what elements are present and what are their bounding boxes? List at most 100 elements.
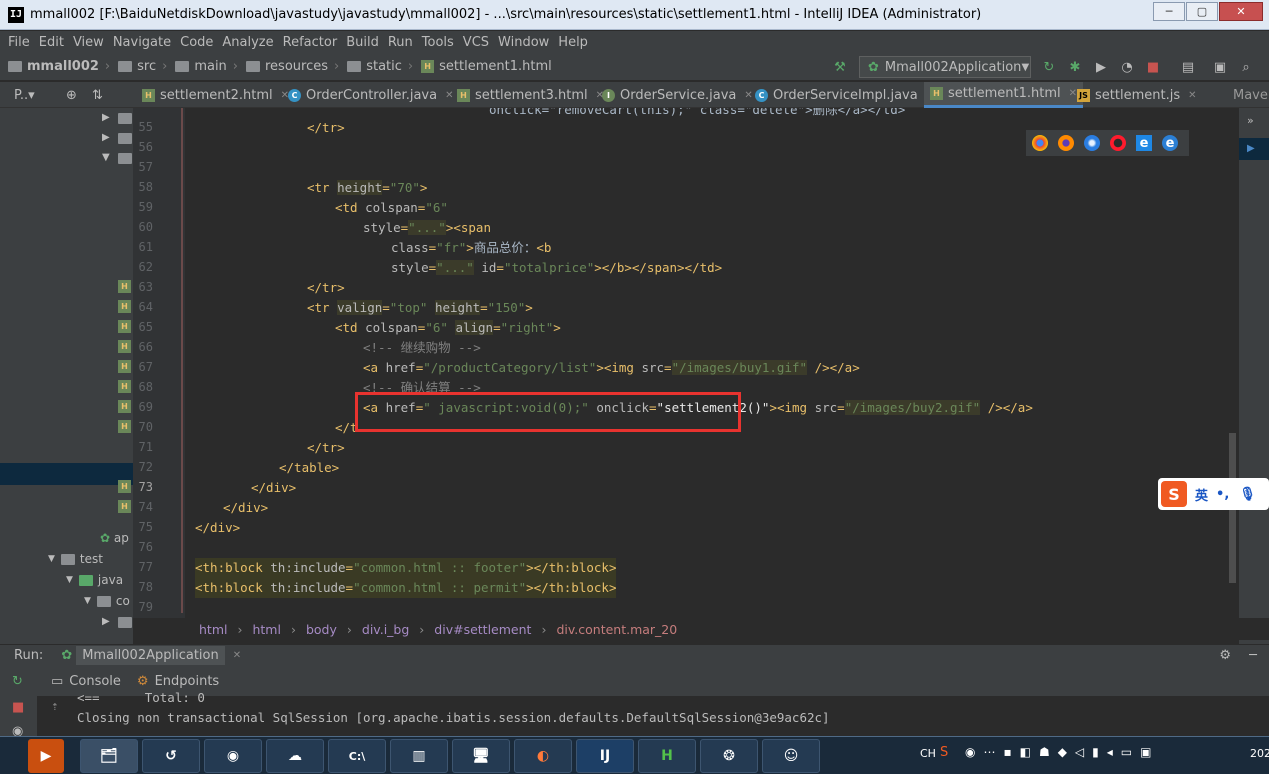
- crumb-main[interactable]: main: [175, 59, 227, 74]
- menu-window[interactable]: Window: [498, 35, 549, 50]
- menu-tools[interactable]: Tools: [422, 35, 454, 50]
- coverage-icon[interactable]: ▶: [1093, 59, 1109, 75]
- run-config-select[interactable]: ✿ Mmall002Application ▼: [859, 56, 1031, 78]
- app-icon[interactable]: ❂: [700, 739, 758, 773]
- ime-toolbar[interactable]: S 英 •, 🎙: [1158, 478, 1269, 510]
- crumb-src[interactable]: src: [118, 59, 156, 74]
- console-output[interactable]: ⇡ <== Total: 0 Closing non transactional…: [37, 690, 1269, 740]
- menu-build[interactable]: Build: [346, 35, 379, 50]
- maximize-button[interactable]: ▢: [1186, 2, 1218, 21]
- run-config-tab[interactable]: Mmall002Application: [76, 646, 225, 665]
- remote-desktop-icon[interactable]: 🖥: [452, 739, 510, 773]
- menu-run[interactable]: Run: [388, 35, 413, 50]
- menu-file[interactable]: File: [8, 35, 30, 50]
- crumb-project[interactable]: mmall002: [8, 59, 99, 74]
- tree-expand-icon[interactable]: ▶: [102, 112, 110, 123]
- maven-panel-tab[interactable]: Mave: [1233, 82, 1268, 108]
- crumb-div[interactable]: div#settlement: [434, 622, 531, 637]
- editor-scrollbar[interactable]: [1225, 108, 1239, 618]
- close-button[interactable]: ✕: [1219, 2, 1263, 21]
- tray-language[interactable]: CH: [920, 747, 936, 760]
- tree-item-java[interactable]: ▼ java: [66, 573, 123, 587]
- tab-orderserviceimpl[interactable]: COrderServiceImpl.java✕: [755, 82, 934, 108]
- app-icon[interactable]: ↺: [142, 739, 200, 773]
- tab-settlement-js[interactable]: JS settlement.js ✕: [1077, 82, 1196, 108]
- crumb-static[interactable]: static: [347, 59, 402, 74]
- crumb-resources[interactable]: resources: [246, 59, 328, 74]
- crumb-body[interactable]: body: [306, 622, 337, 637]
- opera-icon[interactable]: [1110, 135, 1126, 151]
- close-tab-icon[interactable]: ✕: [445, 90, 453, 101]
- safari-icon[interactable]: [1084, 135, 1100, 151]
- menu-code[interactable]: Code: [180, 35, 213, 50]
- close-tab-icon[interactable]: ✕: [744, 90, 752, 101]
- firefox-icon[interactable]: [1058, 135, 1074, 151]
- menu-help[interactable]: Help: [558, 35, 588, 50]
- cmd-icon[interactable]: C:\: [328, 739, 386, 773]
- crumb-div[interactable]: div.i_bg: [362, 622, 409, 637]
- crumb-html[interactable]: html: [199, 622, 227, 637]
- maven-tree-row[interactable]: ▶: [1239, 138, 1269, 160]
- crumb-div[interactable]: div.content.mar_20: [556, 622, 677, 637]
- baidu-netdisk-icon[interactable]: ☁: [266, 739, 324, 773]
- tree-expand-icon[interactable]: ▶: [102, 616, 110, 627]
- debug-icon[interactable]: ✱: [1067, 59, 1083, 75]
- build-hammer-icon[interactable]: ⚒: [832, 59, 848, 75]
- layout-icon[interactable]: ▣: [1212, 59, 1228, 75]
- ime-punct[interactable]: •,: [1216, 487, 1229, 502]
- avatar-app-icon[interactable]: ☺: [762, 739, 820, 773]
- stop-icon[interactable]: ■: [12, 700, 24, 715]
- media-player-icon[interactable]: ▶: [28, 739, 64, 773]
- tree-selected-row[interactable]: [0, 463, 133, 485]
- search-icon[interactable]: ⌕: [1238, 59, 1254, 75]
- close-tab-icon[interactable]: ✕: [233, 650, 241, 661]
- close-tab-icon[interactable]: ✕: [1188, 90, 1196, 101]
- edge-icon[interactable]: e: [1162, 135, 1178, 151]
- ie-icon[interactable]: e: [1136, 135, 1152, 151]
- tree-item-test[interactable]: ▼ test: [48, 552, 103, 566]
- microphone-icon[interactable]: 🎙: [1239, 487, 1256, 502]
- file-explorer-icon[interactable]: 🗂: [80, 739, 138, 773]
- menu-edit[interactable]: Edit: [39, 35, 64, 50]
- minimize-button[interactable]: ─: [1153, 2, 1185, 21]
- tab-endpoints[interactable]: Endpoints: [155, 674, 220, 689]
- sogou-tray-icon[interactable]: S: [940, 745, 948, 760]
- rerun-icon[interactable]: ↻: [12, 674, 23, 689]
- code-editor[interactable]: onclick="removeCart(this);" class="delet…: [185, 108, 1225, 618]
- tree-expand-icon[interactable]: ▶: [102, 132, 110, 143]
- chrome-icon[interactable]: ◉: [204, 739, 262, 773]
- project-structure-icon[interactable]: ▤: [1180, 59, 1196, 75]
- menu-vcs[interactable]: VCS: [463, 35, 489, 50]
- minimize-panel-icon[interactable]: ─: [1249, 648, 1257, 663]
- ime-mode[interactable]: 英: [1195, 485, 1208, 504]
- menu-analyze[interactable]: Analyze: [222, 35, 273, 50]
- tree-item-co[interactable]: ▼ co: [84, 594, 130, 608]
- menu-refactor[interactable]: Refactor: [283, 35, 338, 50]
- tab-orderservice[interactable]: I OrderService.java ✕: [602, 82, 753, 108]
- menu-navigate[interactable]: Navigate: [113, 35, 171, 50]
- tree-collapse-icon[interactable]: ▼: [102, 152, 110, 163]
- stop-icon[interactable]: ■: [1145, 59, 1161, 75]
- hbuilder-icon[interactable]: H: [638, 739, 696, 773]
- tab-settlement3[interactable]: Hsettlement3.html ✕: [457, 82, 604, 108]
- chrome-icon[interactable]: [1032, 135, 1048, 151]
- crumb-html[interactable]: html: [252, 622, 280, 637]
- tray-icons[interactable]: ◉⋯▪◧☗◆◁▮◂▭▣: [965, 745, 1159, 759]
- tab-console[interactable]: Console: [69, 674, 121, 689]
- tab-ordercontroller[interactable]: C OrderController.java ✕: [288, 82, 453, 108]
- collapse-icon[interactable]: ⇅: [92, 82, 103, 108]
- profile-icon[interactable]: ◔: [1119, 59, 1135, 75]
- clock[interactable]: 202: [1250, 747, 1269, 760]
- locate-icon[interactable]: ⊕: [66, 82, 77, 108]
- gear-icon[interactable]: ⚙: [1219, 648, 1231, 663]
- tab-settlement2[interactable]: Hsettlement2.html ✕: [142, 82, 289, 108]
- project-view-selector[interactable]: P..▾: [14, 82, 35, 108]
- menu-view[interactable]: View: [73, 35, 104, 50]
- postman-icon[interactable]: ◐: [514, 739, 572, 773]
- intellij-taskbar-icon[interactable]: IJ: [576, 739, 634, 773]
- task-manager-icon[interactable]: ▥: [390, 739, 448, 773]
- tab-settlement1[interactable]: Hsettlement1.html ✕: [924, 82, 1083, 108]
- scroll-up-icon[interactable]: ⇡: [51, 698, 59, 713]
- expand-icon[interactable]: »: [1247, 114, 1254, 127]
- close-tab-icon[interactable]: ✕: [1069, 88, 1077, 99]
